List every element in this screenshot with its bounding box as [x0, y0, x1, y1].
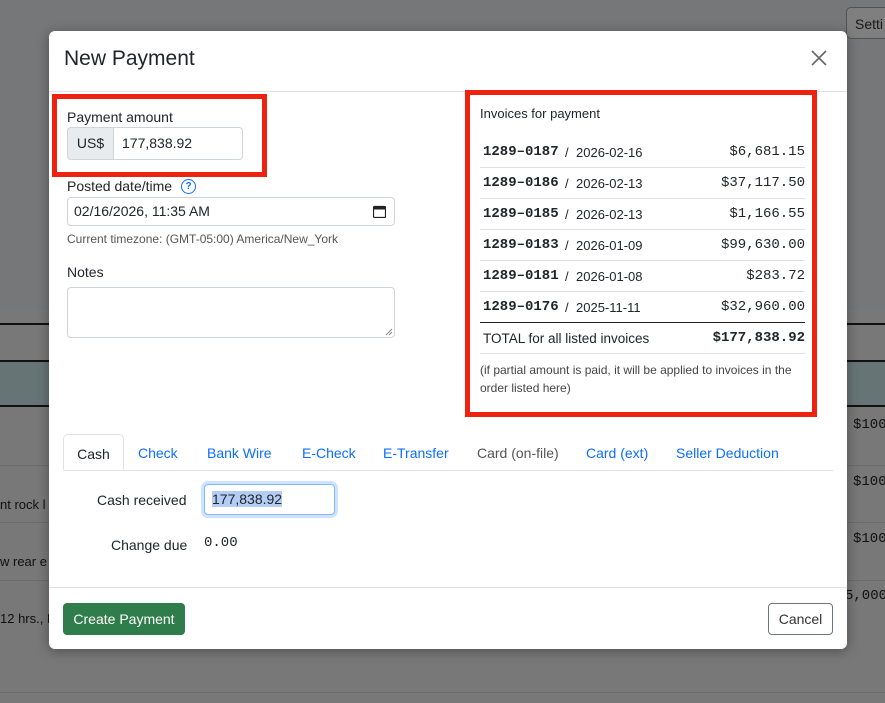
invoice-separator: / [565, 269, 569, 284]
posted-datetime-input[interactable]: 02/16/2026, 11:35 AM [67, 197, 395, 226]
invoice-row: 1289–0187 / 2026-02-16 $6,681.15 [480, 137, 805, 168]
tab-e-transfer[interactable]: E-Transfer [383, 434, 449, 470]
invoice-amount: $99,630.00 [720, 237, 805, 253]
tab-bank-wire[interactable]: Bank Wire [207, 434, 272, 470]
invoice-date: 2026-01-09 [576, 238, 643, 253]
modal-title: New Payment [64, 47, 195, 70]
invoice-number: 1289–0187 [483, 144, 559, 160]
invoice-row: 1289–0185 / 2026-02-13 $1,166.55 [480, 199, 805, 230]
timezone-text: Current timezone: (GMT-05:00) America/Ne… [67, 232, 338, 246]
question-circle-icon[interactable]: ? [181, 179, 196, 194]
invoice-amount: $1,166.55 [729, 206, 805, 222]
invoice-separator: / [565, 300, 569, 315]
resize-handle-icon[interactable] [385, 328, 393, 336]
invoice-number: 1289–0183 [483, 237, 559, 253]
tab-cash[interactable]: Cash [63, 434, 124, 470]
invoice-amount: $6,681.15 [729, 144, 805, 160]
invoice-total-row: TOTAL for all listed invoices $177,838.9… [480, 322, 805, 354]
payment-amount-input[interactable]: 177,838.92 [113, 127, 243, 160]
invoice-total-label: TOTAL for all listed invoices [483, 331, 650, 346]
cash-received-input[interactable]: 177,838.92 [204, 484, 335, 515]
tab-e-check[interactable]: E-Check [302, 434, 356, 470]
modal-header: New Payment [49, 31, 847, 92]
invoice-amount: $37,117.50 [720, 175, 805, 191]
invoice-date: 2025-11-11 [576, 300, 641, 315]
cash-received-label: Cash received [97, 492, 187, 508]
calendar-icon[interactable] [373, 205, 386, 218]
tab-card-on-file[interactable]: Card (on-file) [477, 434, 559, 470]
invoice-date: 2026-02-13 [576, 176, 643, 191]
tab-check[interactable]: Check [138, 434, 178, 470]
payment-method-tabs: Cash Check Bank Wire E-Check E-Transfer … [63, 434, 833, 471]
invoice-separator: / [565, 176, 569, 191]
payment-amount-label: Payment amount [67, 109, 173, 125]
notes-label: Notes [67, 264, 104, 280]
change-due-label: Change due [111, 537, 188, 553]
invoice-row: 1289–0183 / 2026-01-09 $99,630.00 [480, 230, 805, 261]
posted-datetime-value: 02/16/2026, 11:35 AM [74, 203, 210, 219]
invoice-separator: / [565, 145, 569, 160]
invoice-total-amount: $177,838.92 [712, 330, 805, 346]
cancel-button[interactable]: Cancel [768, 603, 833, 635]
invoices-title: Invoices for payment [480, 106, 600, 121]
invoice-number: 1289–0186 [483, 175, 559, 191]
new-payment-modal: New Payment Payment amount US$ 177,838.9… [49, 31, 847, 649]
create-payment-button[interactable]: Create Payment [63, 603, 185, 635]
invoice-number: 1289–0181 [483, 268, 559, 284]
invoice-date: 2026-01-08 [576, 269, 643, 284]
invoices-table: 1289–0187 / 2026-02-16 $6,681.15 1289–01… [480, 137, 805, 354]
cash-received-value: 177,838.92 [212, 491, 283, 507]
invoice-separator: / [565, 238, 569, 253]
currency-prefix: US$ [67, 127, 113, 160]
invoice-date: 2026-02-13 [576, 207, 643, 222]
invoice-number: 1289–0185 [483, 206, 559, 222]
invoice-date: 2026-02-16 [576, 145, 643, 160]
invoice-row: 1289–0176 / 2025-11-11 $32,960.00 [480, 292, 805, 322]
invoice-number: 1289–0176 [483, 299, 559, 315]
notes-textarea[interactable] [67, 287, 395, 338]
close-icon[interactable] [809, 48, 829, 68]
partial-payment-note: (if partial amount is paid, it will be a… [480, 363, 792, 395]
payment-amount-group: US$ 177,838.92 [67, 127, 243, 160]
invoice-separator: / [565, 207, 569, 222]
invoice-row: 1289–0186 / 2026-02-13 $37,117.50 [480, 168, 805, 199]
invoice-amount: $283.72 [746, 268, 805, 284]
posted-datetime-label: Posted date/time [67, 178, 173, 194]
tab-seller-deduction[interactable]: Seller Deduction [676, 434, 779, 470]
modal-footer: Create Payment Cancel [49, 587, 847, 650]
invoice-amount: $32,960.00 [720, 299, 805, 315]
invoice-row: 1289–0181 / 2026-01-08 $283.72 [480, 261, 805, 292]
tab-card-ext[interactable]: Card (ext) [586, 434, 648, 470]
change-due-value: 0.00 [204, 535, 238, 551]
